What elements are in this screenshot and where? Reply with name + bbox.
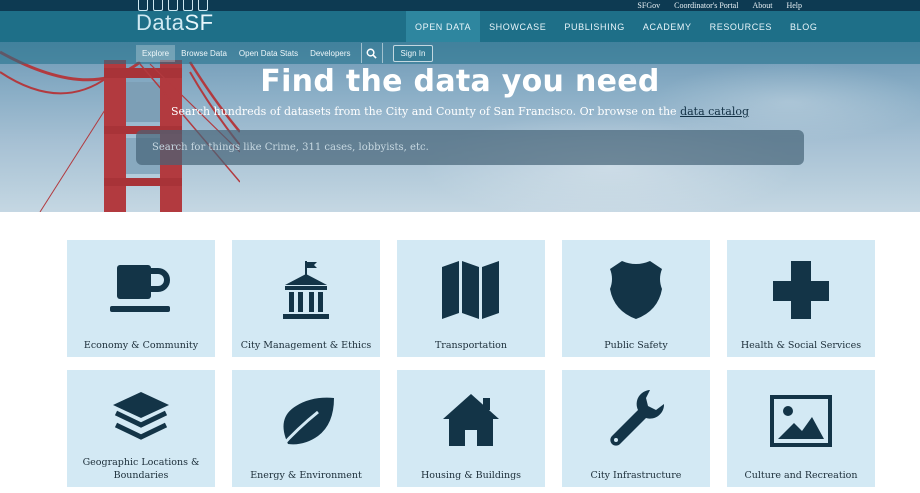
nav-showcase[interactable]: SHOWCASE: [480, 11, 555, 42]
category-tile-city-management[interactable]: City Management & Ethics: [232, 240, 380, 357]
search-toggle-button[interactable]: [360, 43, 383, 63]
hero-banner: Explore Browse Data Open Data Stats Deve…: [0, 42, 920, 212]
category-tile-geographic[interactable]: Geographic Locations & Boundaries: [67, 370, 215, 487]
map-icon: [442, 261, 499, 319]
category-tile-housing[interactable]: Housing & Buildings: [397, 370, 545, 487]
leaf-icon: [278, 397, 334, 450]
category-label: Culture and Recreation: [744, 470, 858, 481]
link-help[interactable]: Help: [786, 1, 802, 10]
dataset-search-input[interactable]: [136, 130, 804, 165]
nav-open-data[interactable]: OPEN DATA: [406, 11, 481, 42]
category-label: Public Safety: [604, 340, 668, 351]
category-tile-economy[interactable]: Economy & Community: [67, 240, 215, 357]
category-label: Geographic Locations & Boundaries: [82, 457, 200, 481]
sign-in-button[interactable]: Sign In: [392, 44, 434, 62]
house-icon: [443, 394, 499, 446]
category-label: Transportation: [434, 340, 508, 351]
nav-resources[interactable]: RESOURCES: [701, 11, 781, 42]
data-catalog-link[interactable]: data catalog: [680, 105, 749, 118]
subnav-explore[interactable]: Explore: [136, 44, 176, 62]
subnav-developers[interactable]: Developers: [304, 45, 356, 62]
top-utility-links: SFGov Coordinator's Portal About Help: [637, 0, 802, 11]
category-tile-infrastructure[interactable]: City Infrastructure: [562, 370, 710, 487]
nav-blog[interactable]: BLOG: [781, 11, 826, 42]
search-icon: [366, 48, 377, 59]
sub-nav: Explore Browse Data Open Data Stats Deve…: [136, 42, 434, 64]
main-nav: OPEN DATA SHOWCASE PUBLISHING ACADEMY RE…: [406, 11, 826, 42]
hero-title: Find the data you need: [260, 64, 660, 99]
hero-subtitle: Search hundreds of datasets from the Cit…: [0, 105, 920, 118]
layers-icon: [113, 392, 169, 440]
category-label: Energy & Environment: [250, 470, 362, 481]
link-coordinators-portal[interactable]: Coordinator's Portal: [674, 1, 738, 10]
category-label: City Management & Ethics: [240, 340, 372, 351]
category-tile-public-safety[interactable]: Public Safety: [562, 240, 710, 357]
category-label: City Infrastructure: [590, 470, 682, 481]
medical-cross-icon: [773, 261, 829, 319]
link-sfgov[interactable]: SFGov: [637, 1, 660, 10]
category-tile-transportation[interactable]: Transportation: [397, 240, 545, 357]
category-grid: Economy & Community City Management & Et…: [67, 240, 875, 487]
category-label: Health & Social Services: [740, 340, 862, 351]
coffee-cup-icon: [110, 265, 170, 312]
wrench-icon: [610, 390, 665, 446]
category-label: Economy & Community: [83, 340, 199, 351]
police-badge-icon: [610, 261, 662, 319]
subnav-browse-data[interactable]: Browse Data: [175, 45, 233, 62]
category-tile-culture[interactable]: Culture and Recreation: [727, 370, 875, 487]
logo-suffix: SF: [184, 10, 214, 35]
nav-academy[interactable]: ACADEMY: [634, 11, 701, 42]
category-tile-energy[interactable]: Energy & Environment: [232, 370, 380, 487]
picture-icon: [770, 395, 832, 447]
logo-prefix: Data: [136, 10, 185, 35]
category-tile-health[interactable]: Health & Social Services: [727, 240, 875, 357]
datasf-logo[interactable]: DataSF: [136, 10, 214, 40]
city-hall-icon: [283, 261, 329, 319]
hero-subtitle-text: Search hundreds of datasets from the Cit…: [170, 105, 681, 118]
nav-publishing[interactable]: PUBLISHING: [555, 11, 634, 42]
subnav-open-data-stats[interactable]: Open Data Stats: [233, 45, 304, 62]
category-label: Housing & Buildings: [420, 470, 522, 481]
link-about[interactable]: About: [752, 1, 772, 10]
